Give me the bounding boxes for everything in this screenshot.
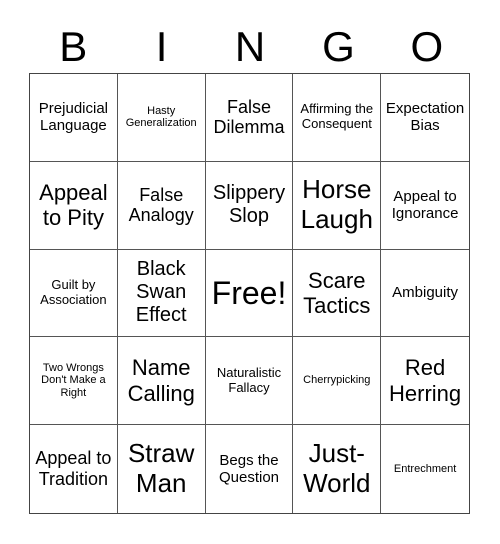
header-letter-g: G: [322, 23, 355, 70]
bingo-cell[interactable]: Scare Tactics: [293, 249, 382, 338]
bingo-cell[interactable]: Two Wrongs Don't Make a Right: [30, 337, 118, 426]
header-letter-o: O: [410, 23, 444, 70]
bingo-grid: Prejudicial Language Hasty Generalizatio…: [29, 73, 470, 514]
bingo-cell[interactable]: Entrechment: [381, 425, 469, 513]
bingo-cell[interactable]: Appeal to Pity: [30, 161, 118, 250]
bingo-cell[interactable]: Expectation Bias: [381, 74, 469, 162]
header-letter-b: B: [59, 23, 88, 70]
bingo-cell[interactable]: Straw Man: [118, 425, 206, 513]
bingo-header: B I N G O: [29, 22, 471, 72]
bingo-cell[interactable]: Appeal to Tradition: [30, 425, 118, 513]
bingo-cell[interactable]: Appeal to Ignorance: [381, 162, 469, 250]
bingo-cell[interactable]: Horse Laugh: [293, 161, 382, 250]
bingo-cell[interactable]: Black Swan Effect: [117, 249, 206, 338]
bingo-cell[interactable]: Ambiguity: [381, 250, 469, 338]
bingo-cell[interactable]: Just-World: [293, 425, 382, 513]
header-letter-n: N: [234, 23, 266, 70]
bingo-cell[interactable]: Slippery Slop: [205, 161, 294, 250]
bingo-cell[interactable]: False Analogy: [117, 161, 206, 250]
bingo-cell[interactable]: Naturalistic Fallacy: [205, 337, 294, 426]
free-space[interactable]: Free!: [205, 249, 294, 338]
bingo-cell[interactable]: Prejudicial Language: [30, 74, 118, 162]
bingo-cell[interactable]: Name Calling: [117, 337, 206, 426]
bingo-cell[interactable]: Guilt by Association: [30, 249, 118, 338]
bingo-cell[interactable]: Cherrypicking: [293, 337, 382, 426]
header-letter-i: I: [155, 23, 168, 70]
bingo-cell[interactable]: Red Herring: [381, 337, 469, 426]
bingo-cell[interactable]: Affirming the Consequent: [293, 74, 382, 162]
bingo-cell[interactable]: Begs the Question: [206, 425, 294, 513]
bingo-cell[interactable]: False Dilemma: [205, 74, 294, 162]
bingo-cell[interactable]: Hasty Generalization: [117, 74, 206, 162]
